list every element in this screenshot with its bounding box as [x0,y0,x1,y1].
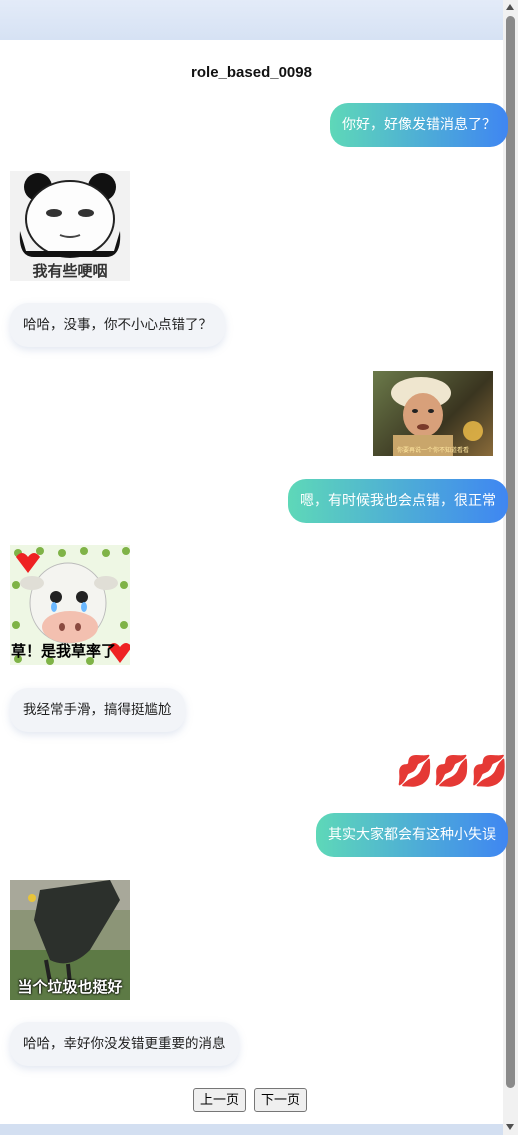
bottom-bar [0,1124,518,1135]
sticker-caption: 草！是我草率了 [11,642,117,660]
sticker-subtitle: 你要再说一个你不知道看看 [396,447,469,454]
sticker-panda[interactable]: 我有些哽咽 [10,171,130,281]
man-with-turban-icon [391,377,483,456]
message-bubble-received: 我经常手滑，搞得挺尴尬 [10,688,185,732]
message-bubble-sent: 嗯，有时候我也会点错，很正常 [288,479,508,523]
scroll-down-arrow-icon[interactable] [506,1124,514,1130]
sticker-caption: 当个垃圾也挺好 [17,978,123,996]
sticker-cow[interactable]: 草！是我草率了 [10,545,130,665]
sticker-movie-still[interactable]: 你要再说一个你不知道看看 [373,371,493,456]
next-page-button[interactable]: 下一页 [254,1088,308,1112]
top-bar [0,0,518,40]
emoji-kiss-lips: 💋💋💋 [395,754,508,789]
message-bubble-received: 哈哈，没事，你不小心点错了？ [10,303,225,347]
scrollbar-thumb[interactable] [506,16,515,1088]
message-bubble-sent: 你好，好像发错消息了？ [330,103,508,147]
message-bubble-sent: 其实大家都会有这种小失误 [316,813,508,857]
sticker-trash-bag[interactable]: 当个垃圾也挺好 [10,880,130,1000]
scroll-up-arrow-icon[interactable] [506,4,514,10]
message-bubble-received: 哈哈，幸好你没发错更重要的消息 [10,1022,239,1066]
sticker-caption: 我有些哽咽 [32,262,108,280]
chat-title: role_based_0098 [191,64,312,81]
prev-page-button[interactable]: 上一页 [193,1088,247,1112]
